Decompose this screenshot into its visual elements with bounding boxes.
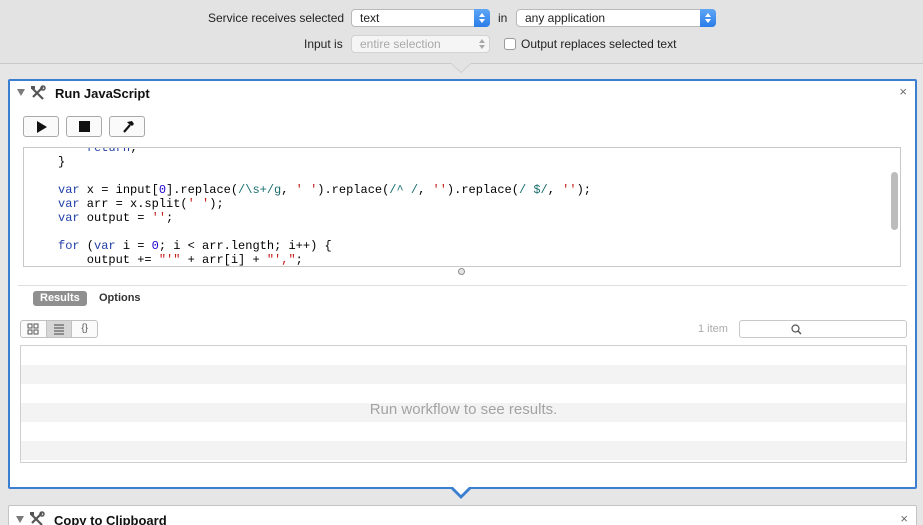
code-line: return; [86,147,138,155]
application-value: any application [525,11,606,25]
receives-label: Service receives selected [208,11,345,25]
input-type-value: text [360,11,380,25]
view-mode-control[interactable]: {} [20,320,98,338]
code-line: output += "'" + arr[i] + "',"; [58,253,303,267]
output-replaces-checkbox[interactable] [504,38,516,50]
input-is-label: Input is [304,37,343,51]
tools-icon [30,511,45,525]
output-replaces-label[interactable]: Output replaces selected text [521,37,676,51]
play-icon [37,121,47,133]
tab-results[interactable]: Results [33,291,87,306]
in-label: in [498,11,508,25]
item-count: 1 item [698,323,728,335]
list-view-button[interactable] [46,321,73,337]
results-list[interactable]: Run workflow to see results. [20,345,907,463]
input-is-popup[interactable]: entire selection [351,35,490,53]
search-icon [791,324,802,335]
code-line: var output = ''; [58,211,174,225]
code-line: var x = input[0].replace(/\s+/g, ' ').re… [58,183,591,197]
code-view-button[interactable]: {} [72,321,97,337]
tab-options[interactable]: Options [92,291,148,306]
copy-to-clipboard-action[interactable]: Copy to Clipboard × [8,505,917,525]
popup-arrows-icon [474,9,490,27]
list-icon [54,324,64,335]
code-text[interactable]: return;} var x = input[0].replace(/\s+/g… [24,147,591,267]
compile-button[interactable] [109,116,145,137]
input-is-value: entire selection [360,37,441,51]
action-title: Copy to Clipboard [54,513,167,525]
tools-icon [31,85,46,100]
empty-results-message: Run workflow to see results. [369,401,558,418]
bar-notch [451,63,471,72]
action-header: Run JavaScript × [10,81,915,105]
grid-icon [27,323,39,335]
close-icon[interactable]: × [900,511,908,525]
action-notch [453,487,469,495]
hammer-icon [123,121,134,133]
editor-scrollbar[interactable] [891,172,898,230]
code-line: var arr = x.split(' '); [58,197,224,211]
stop-icon [79,121,90,132]
action-title: Run JavaScript [55,86,150,101]
run-button[interactable] [23,116,59,137]
disclosure-triangle-icon[interactable] [16,516,24,523]
results-search-field[interactable] [739,320,907,338]
application-popup[interactable]: any application [516,9,716,27]
code-line: for (var i = 0; i < arr.length; i++) { [58,239,332,253]
popup-arrows-icon [474,35,490,53]
result-row [21,365,906,384]
close-icon[interactable]: × [899,84,907,99]
stop-button[interactable] [66,116,102,137]
code-line: } [58,155,66,169]
braces-icon: {} [81,323,89,334]
disclosure-triangle-icon[interactable] [17,89,25,96]
tabs-divider [18,285,907,286]
service-bar: Service receives selected text in any ap… [0,0,923,64]
resize-handle[interactable] [458,268,465,275]
input-type-popup[interactable]: text [351,9,490,27]
code-editor[interactable]: return;} var x = input[0].replace(/\s+/g… [23,147,901,267]
run-javascript-action[interactable]: Run JavaScript × return;} var x = input[… [8,79,917,489]
result-row [21,441,906,460]
popup-arrows-icon [700,9,716,27]
icon-view-button[interactable] [21,321,47,337]
